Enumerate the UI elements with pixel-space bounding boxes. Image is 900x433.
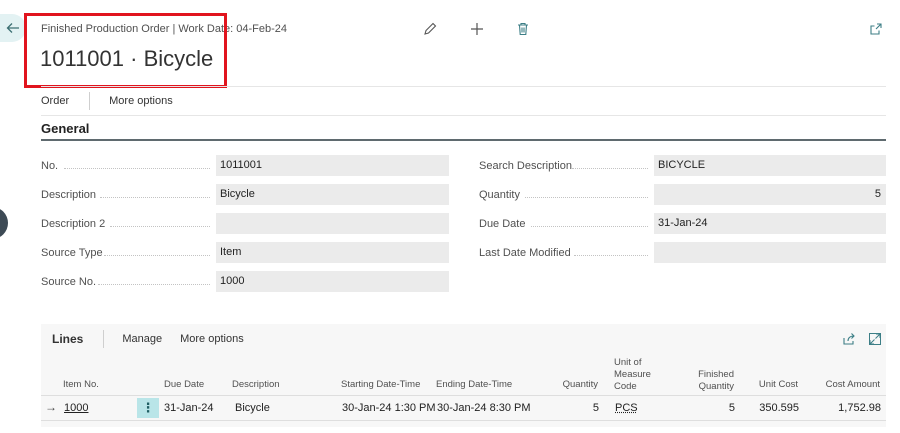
- source-type-field[interactable]: Item: [216, 242, 449, 263]
- open-in-new-icon: [870, 23, 882, 35]
- side-panel-handle[interactable]: [0, 207, 8, 239]
- col-quantity[interactable]: Quantity: [541, 379, 598, 391]
- delete-button[interactable]: [515, 21, 531, 37]
- open-in-new-window-button[interactable]: [868, 21, 884, 37]
- expand-icon: [869, 333, 881, 345]
- field-label-description-2: Description 2: [41, 218, 106, 230]
- lines-title[interactable]: Lines: [52, 332, 83, 346]
- col-cost-amount[interactable]: Cost Amount: [811, 379, 880, 391]
- manage-menu[interactable]: Manage: [122, 333, 162, 345]
- col-due-date[interactable]: Due Date: [164, 379, 204, 391]
- edit-button[interactable]: [422, 21, 438, 37]
- lines-more-options-menu[interactable]: More options: [180, 333, 244, 345]
- leader-dots: [98, 284, 210, 285]
- share-icon: [843, 333, 855, 345]
- row-divider: [41, 420, 886, 421]
- leader-dots: [110, 226, 210, 227]
- cell-finished-quantity[interactable]: 5: [681, 402, 735, 414]
- leader-dots: [531, 226, 648, 227]
- search-description-field[interactable]: BICYCLE: [654, 155, 886, 176]
- leader-dots: [574, 255, 648, 256]
- leader-dots: [525, 197, 648, 198]
- leader-dots: [572, 168, 648, 169]
- lines-panel: Lines Manage More options Item No. Due D…: [41, 324, 886, 427]
- source-no-field[interactable]: 1000: [216, 271, 449, 292]
- col-finished-quantity[interactable]: Finished Quantity: [681, 369, 734, 393]
- field-label-search-description: Search Description: [479, 160, 572, 172]
- leader-dots: [100, 197, 210, 198]
- back-button[interactable]: [0, 14, 26, 42]
- cell-starting-date-time[interactable]: 30-Jan-24 1:30 PM: [342, 402, 436, 414]
- back-arrow-icon: [6, 23, 19, 33]
- description-field[interactable]: Bicycle: [216, 184, 449, 205]
- action-separator: [89, 92, 91, 110]
- trash-icon: [518, 22, 528, 36]
- col-uom-line-2: Measure: [614, 369, 651, 380]
- section-divider: [41, 139, 886, 141]
- cell-description[interactable]: Bicycle: [235, 402, 270, 414]
- lines-toolbar: Lines Manage More options: [41, 324, 886, 354]
- cell-due-date[interactable]: 31-Jan-24: [164, 402, 214, 414]
- new-button[interactable]: [469, 21, 485, 37]
- action-bar: Order More options: [41, 86, 886, 116]
- field-label-due-date: Due Date: [479, 218, 526, 230]
- expand-button[interactable]: [868, 332, 882, 346]
- col-ending-date-time[interactable]: Ending Date-Time: [436, 379, 512, 391]
- field-label-quantity: Quantity: [479, 189, 520, 201]
- more-options-menu[interactable]: More options: [109, 95, 173, 107]
- plus-icon: [471, 23, 483, 35]
- pencil-icon: [424, 22, 437, 35]
- col-description[interactable]: Description: [232, 379, 280, 391]
- leader-dots: [104, 255, 210, 256]
- row-actions-button[interactable]: ⋮: [137, 398, 159, 418]
- cell-cost-amount[interactable]: 1,752.98: [811, 402, 881, 414]
- col-finished-line-1: Finished: [698, 369, 734, 380]
- row-selector-arrow-icon: →: [45, 400, 57, 414]
- leader-dots: [64, 168, 210, 169]
- description-2-field[interactable]: [216, 213, 449, 234]
- col-finished-line-2: Quantity: [698, 381, 734, 392]
- field-label-no: No.: [41, 160, 59, 172]
- highlight-annotation: [24, 13, 227, 88]
- field-label-source-type: Source Type: [41, 247, 103, 259]
- cell-item-no[interactable]: 1000: [64, 402, 88, 414]
- cell-ending-date-time[interactable]: 30-Jan-24 8:30 PM: [437, 402, 531, 414]
- field-label-source-no: Source No.: [41, 276, 97, 288]
- col-uom-line-1: Unit of: [614, 357, 642, 368]
- lines-separator: [103, 330, 105, 348]
- cell-unit-of-measure-code[interactable]: PCS: [615, 402, 638, 414]
- quantity-field[interactable]: 5: [654, 184, 886, 205]
- col-unit-of-measure-code[interactable]: Unit of Measure Code: [614, 357, 651, 393]
- last-date-modified-field: [654, 242, 886, 263]
- due-date-field[interactable]: 31-Jan-24: [654, 213, 886, 234]
- field-label-description: Description: [41, 189, 97, 201]
- cell-unit-cost[interactable]: 350.595: [741, 402, 799, 414]
- field-label-last-date-modified: Last Date Modified: [479, 247, 571, 259]
- col-item-no[interactable]: Item No.: [63, 379, 99, 391]
- col-uom-line-3: Code: [614, 381, 637, 392]
- cell-quantity[interactable]: 5: [541, 402, 599, 414]
- order-menu[interactable]: Order: [41, 95, 69, 107]
- share-button[interactable]: [842, 332, 856, 346]
- no-field[interactable]: 1011001: [216, 155, 449, 176]
- col-unit-cost[interactable]: Unit Cost: [741, 379, 798, 391]
- col-starting-date-time[interactable]: Starting Date-Time: [341, 379, 420, 391]
- general-section-title[interactable]: General: [41, 121, 89, 136]
- header-divider: [41, 395, 886, 396]
